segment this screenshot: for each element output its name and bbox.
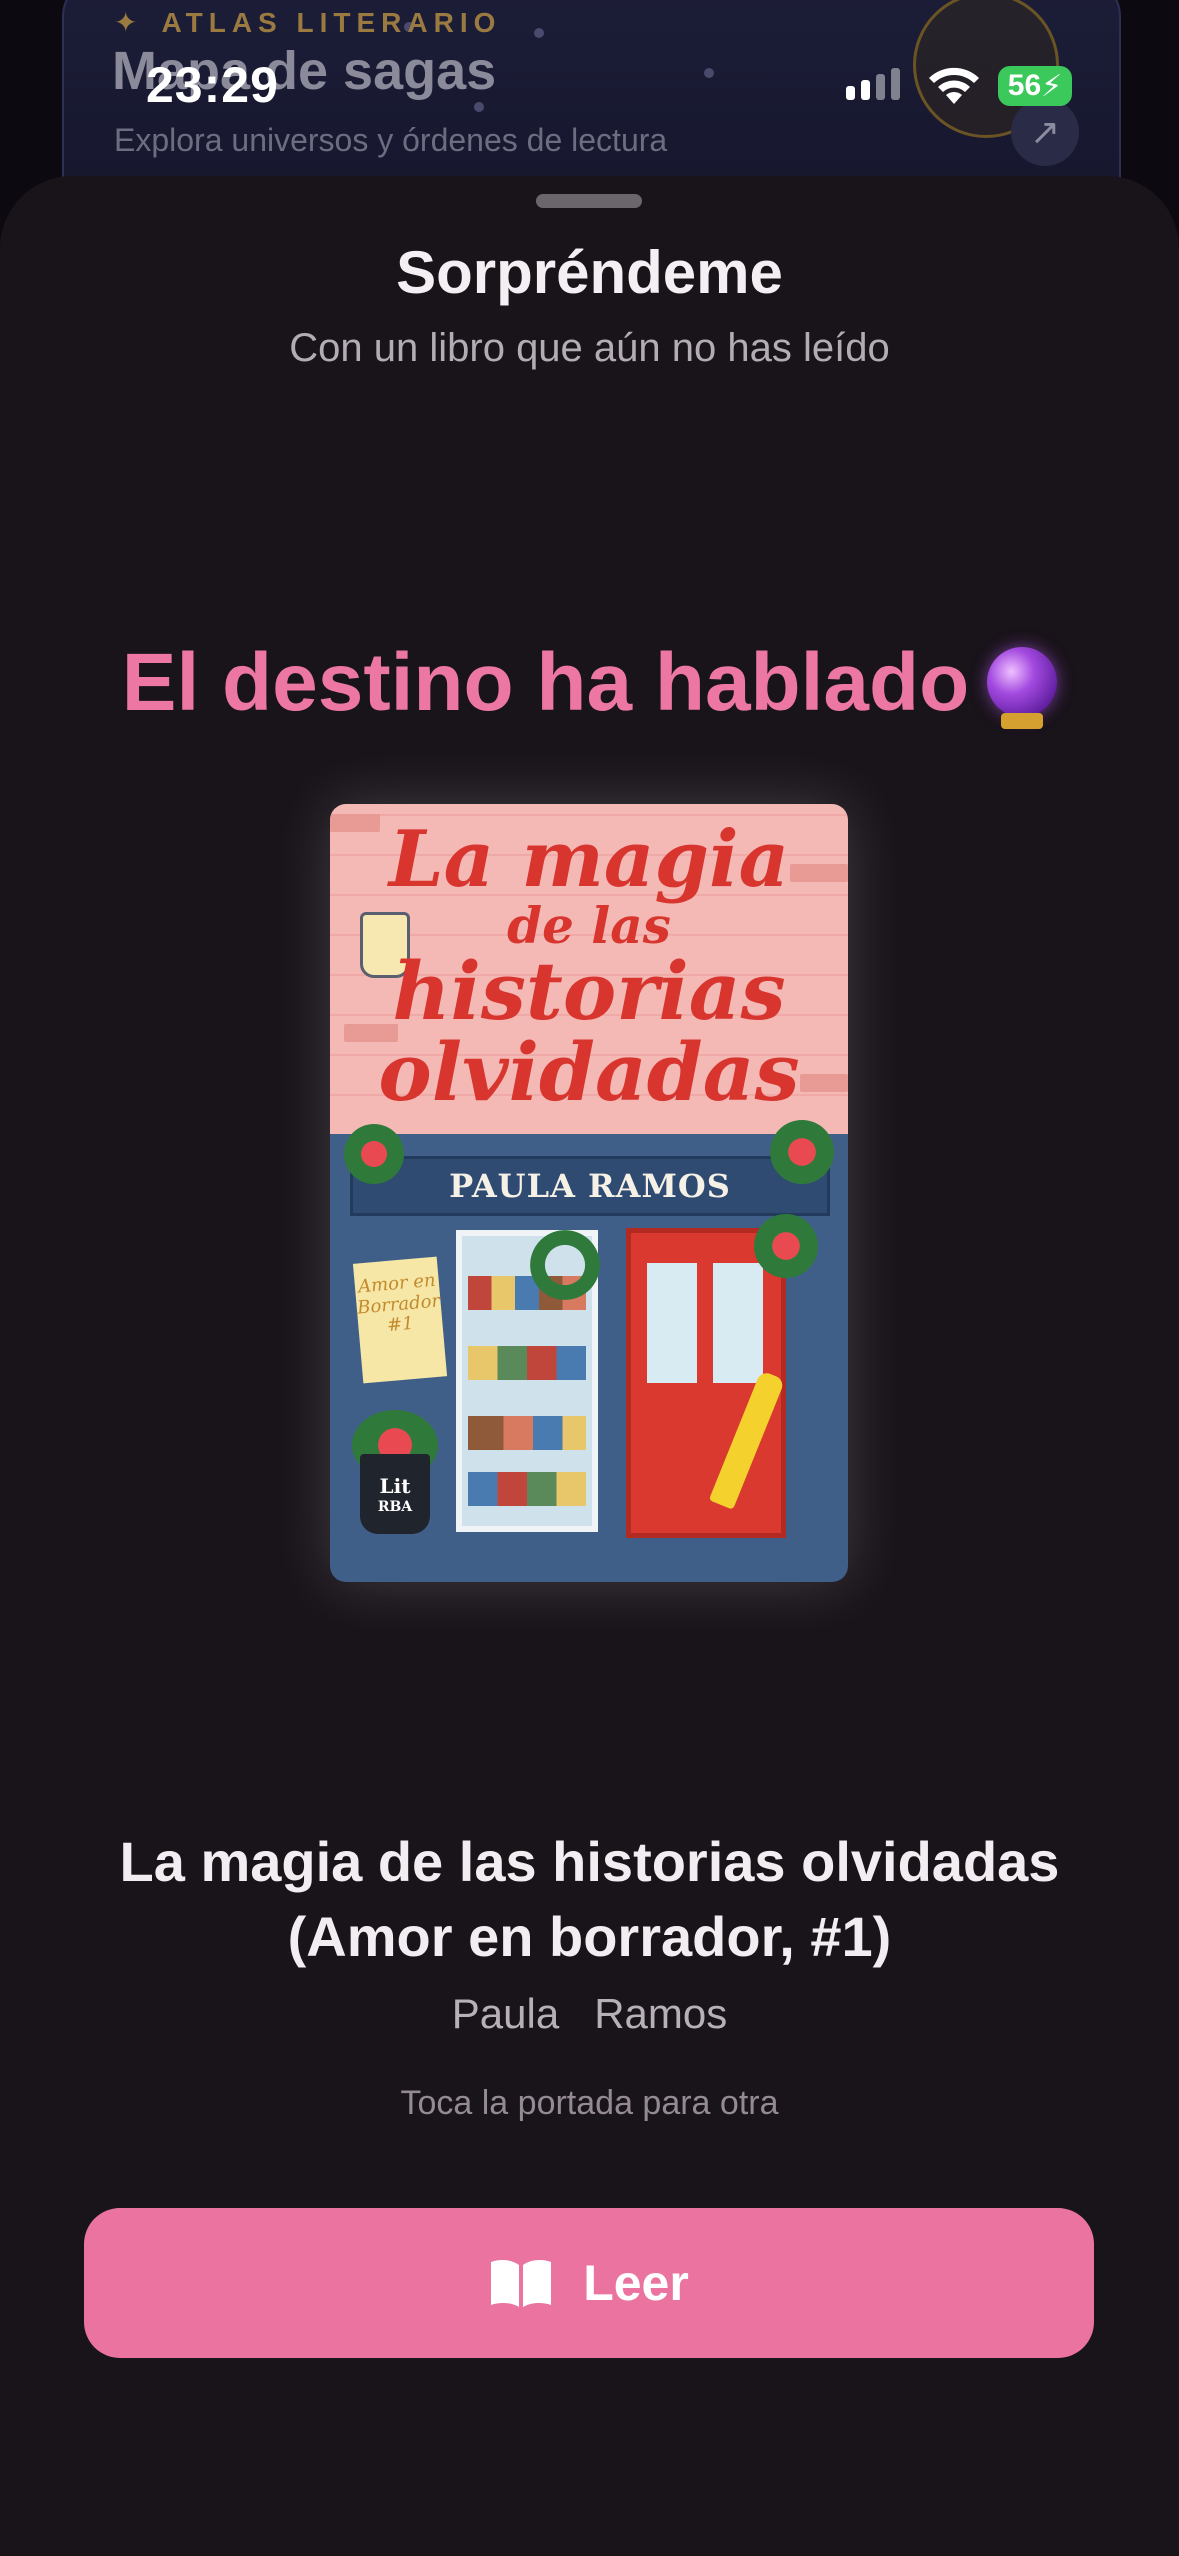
book-author: Paula Ramos: [451, 1990, 728, 2037]
crystal-ball-icon: [987, 647, 1058, 730]
sheet-subtitle: Con un libro que aún no has leído: [289, 326, 890, 370]
sheet-title: Sorpréndeme: [396, 239, 783, 306]
bookshelf: [468, 1416, 586, 1450]
cover-storefront: PAULA RAMOS Amor en Borrador #1 Lit RBA: [330, 1120, 848, 1582]
door-pane: [647, 1263, 697, 1383]
book-cover[interactable]: La magia de las historias olvidadas PAUL…: [330, 804, 848, 1582]
bookshelf: [468, 1346, 586, 1380]
book-open-icon: [491, 2260, 552, 2307]
destiny-headline-text: El destino ha hablado: [121, 637, 970, 728]
read-button-label: Leer: [583, 2255, 689, 2311]
wreath-illustration: [530, 1230, 600, 1300]
book-title: La magia de las historias olvidadas (Amo…: [119, 1830, 1060, 1969]
cover-author-sign: PAULA RAMOS: [350, 1156, 830, 1216]
signal-icon: [846, 68, 900, 100]
screen: ✦ ATLAS LITERARIO Mapa de sagas Explora u…: [0, 0, 1179, 2556]
cover-title-line: La magia: [388, 814, 790, 905]
cover-note: Amor en Borrador #1: [352, 1256, 448, 1384]
surprise-sheet: Sorpréndeme Con un libro que aún no has …: [0, 176, 1179, 2556]
destiny-headline: El destino ha hablado: [0, 636, 1179, 730]
wreath-illustration: [344, 1124, 404, 1184]
wifi-icon: [929, 67, 979, 104]
status-bar: 23:29 56 ⚡: [0, 0, 1179, 150]
cover-wall: La magia de las historias olvidadas: [330, 804, 848, 1134]
battery-icon: 56 ⚡: [998, 66, 1072, 106]
flower-pot-illustration: [754, 1214, 818, 1278]
bookshelf: [468, 1472, 586, 1506]
publisher-bottom: RBA: [377, 1499, 413, 1515]
publisher-top: Lit: [379, 1474, 411, 1498]
cover-title-line: de las: [507, 895, 671, 955]
read-button[interactable]: Leer: [84, 2208, 1094, 2358]
cover-title: La magia de las historias olvidadas: [330, 820, 848, 1114]
sheet-grabber[interactable]: [536, 194, 642, 208]
door-pane: [713, 1263, 763, 1383]
battery-level: 56: [1007, 69, 1042, 102]
publisher-logo: Lit RBA: [360, 1454, 430, 1534]
cover-title-line: historias: [392, 943, 786, 1038]
status-time: 23:29: [146, 57, 279, 113]
wreath-illustration: [770, 1120, 834, 1184]
cover-title-line: olvidadas: [378, 1025, 800, 1120]
tap-cover-hint: Toca la portada para otra: [400, 2084, 779, 2122]
